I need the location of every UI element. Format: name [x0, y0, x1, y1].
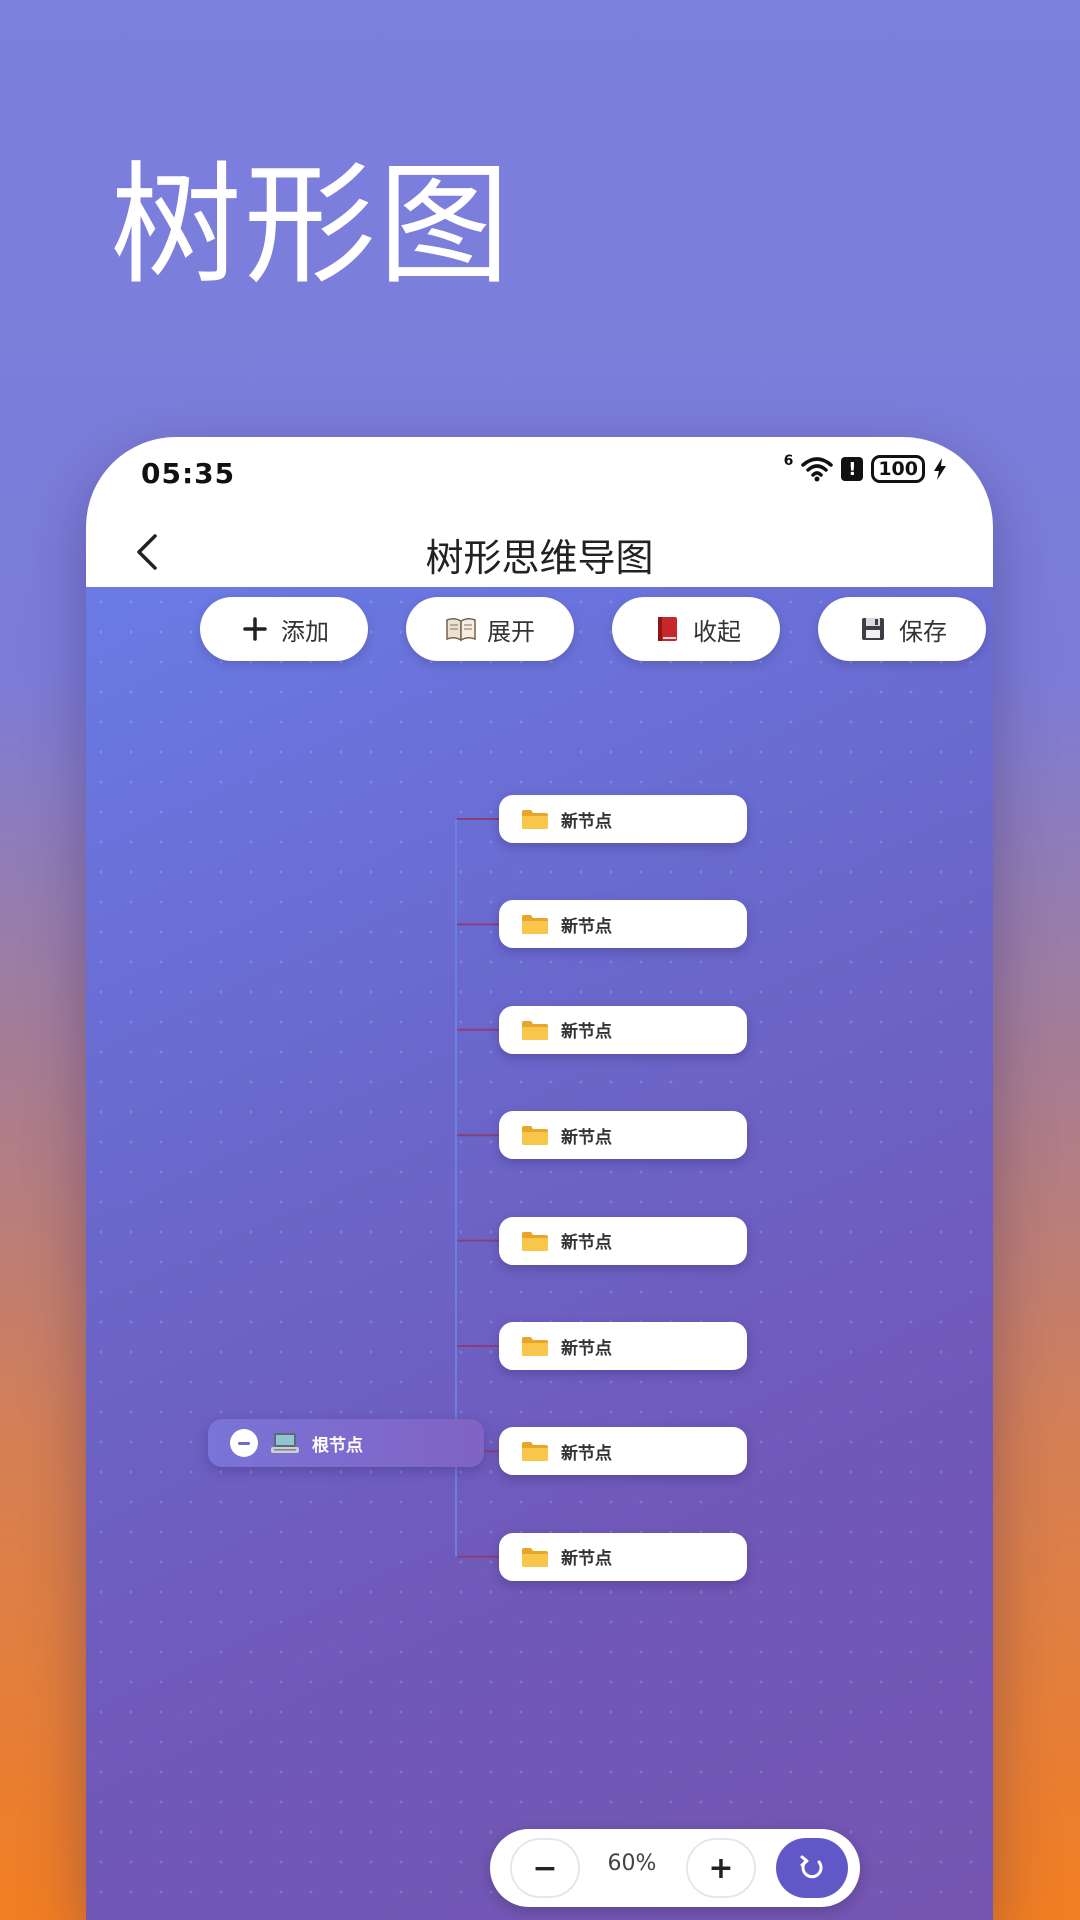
child-node[interactable]: 新节点 [499, 1111, 747, 1160]
folder-icon [522, 1231, 548, 1251]
refresh-icon [800, 1855, 823, 1879]
root-node-label: 根节点 [312, 1435, 363, 1456]
wifi-icon [801, 457, 834, 482]
child-node[interactable]: 新节点 [499, 1322, 747, 1370]
child-node-label: 新节点 [561, 1443, 612, 1464]
battery-level: 100 [878, 458, 918, 480]
alert-icon: ! [841, 457, 864, 481]
battery-indicator: 100 [871, 455, 925, 483]
status-time: 05:35 [141, 457, 236, 490]
folder-icon [522, 1337, 548, 1356]
child-node[interactable]: 新节点 [499, 1427, 747, 1476]
root-node[interactable]: 根节点 [208, 1419, 484, 1467]
folder-icon [522, 1020, 548, 1040]
child-node[interactable]: 新节点 [499, 1216, 747, 1265]
child-node-label: 新节点 [561, 1127, 612, 1148]
status-icons: 6 ! 100 [783, 453, 947, 483]
child-node-label: 新节点 [561, 1549, 612, 1570]
folder-icon [522, 810, 548, 829]
page-title: 树形思维导图 [425, 536, 654, 580]
child-node[interactable]: 新节点 [499, 900, 747, 949]
folder-icon [522, 1126, 548, 1146]
folder-icon [522, 1442, 548, 1462]
computer-icon [271, 1433, 299, 1453]
zoom-level: 60% [607, 1851, 657, 1876]
reset-zoom-button[interactable] [776, 1838, 848, 1898]
child-node-label: 新节点 [561, 1338, 612, 1359]
child-node-label: 新节点 [561, 1022, 612, 1043]
mindmap-canvas[interactable]: 添加 展开 收起 保存 新节点 新节点 新节点 新节点 新节点 新节点 新节点 … [86, 587, 993, 1920]
phone-frame: 05:35 6 ! 100 树形思维导图 添加 展开 收起 保存 新节点 新节点… [86, 437, 993, 1920]
charging-icon [934, 458, 946, 480]
zoom-out-button[interactable]: − [510, 1838, 580, 1898]
nav-bar: 树形思维导图 [86, 517, 993, 587]
zoom-in-button[interactable]: + [686, 1838, 756, 1898]
child-node-label: 新节点 [561, 916, 612, 937]
folder-icon [522, 915, 548, 935]
status-bar: 05:35 6 ! 100 [86, 437, 993, 517]
child-node[interactable]: 新节点 [499, 1005, 747, 1054]
promo-title: 树形图 [110, 149, 512, 303]
child-node[interactable]: 新节点 [499, 1532, 747, 1581]
child-node[interactable]: 新节点 [499, 795, 747, 843]
folder-icon [522, 1547, 548, 1567]
child-node-label: 新节点 [561, 811, 612, 832]
collapse-toggle[interactable] [230, 1429, 258, 1457]
zoom-control: − 60% + [490, 1829, 860, 1907]
signal-label: 6 [783, 453, 794, 469]
child-node-label: 新节点 [561, 1233, 612, 1254]
